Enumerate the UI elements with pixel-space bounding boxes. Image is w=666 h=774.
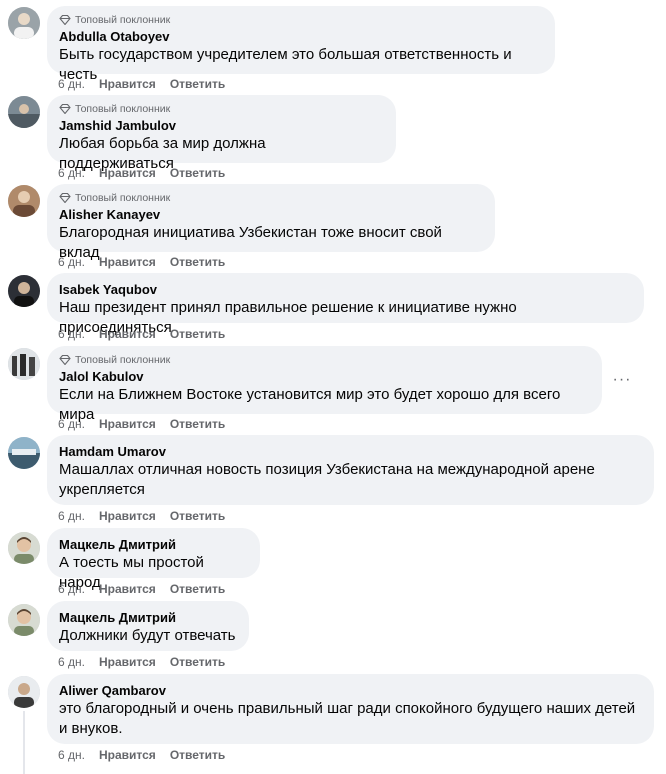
like-button[interactable]: Нравится xyxy=(99,581,156,597)
like-button[interactable]: Нравится xyxy=(99,165,156,181)
comment-author[interactable]: Isabek Yaqubov xyxy=(59,281,632,298)
comment-bubble: Топовый поклонник Abdulla Otaboyev Быть … xyxy=(47,6,555,83)
like-button[interactable]: Нравится xyxy=(99,747,156,763)
comment-bubble: Топовый поклонник Alisher Kanayev Благор… xyxy=(47,184,495,261)
badge-label: Топовый поклонник xyxy=(75,354,171,366)
avatar[interactable] xyxy=(8,275,40,307)
more-options-icon[interactable]: ··· xyxy=(612,370,632,390)
comment-actions: 6 дн. Нравится Ответить xyxy=(58,326,225,342)
like-button[interactable]: Нравится xyxy=(99,254,156,270)
diamond-icon xyxy=(59,193,71,203)
comment-time[interactable]: 6 дн. xyxy=(58,416,85,432)
avatar[interactable] xyxy=(8,676,40,708)
comment-text-line: и внуков. xyxy=(59,720,123,737)
reply-thread-line xyxy=(23,711,25,774)
diamond-icon xyxy=(59,15,71,25)
reply-button[interactable]: Ответить xyxy=(170,76,225,92)
reply-button[interactable]: Ответить xyxy=(170,254,225,270)
comment-author[interactable]: Jamshid Jambulov xyxy=(59,117,384,134)
avatar[interactable] xyxy=(8,604,40,636)
comment-time[interactable]: 6 дн. xyxy=(58,747,85,763)
top-fan-badge: Топовый поклонник xyxy=(59,353,590,367)
top-fan-badge: Топовый поклонник xyxy=(59,102,384,116)
reply-button[interactable]: Ответить xyxy=(170,654,225,670)
like-button[interactable]: Нравится xyxy=(99,654,156,670)
like-button[interactable]: Нравится xyxy=(99,416,156,432)
comment-actions: 6 дн. Нравится Ответить xyxy=(58,76,225,92)
comment-bubble: Топовый поклонник Jalol Kabulov Если на … xyxy=(47,346,602,423)
comment-author[interactable]: Aliwer Qambarov xyxy=(59,682,642,699)
comment-bubble: Мацкель Дмитрий Должники будут отвечать xyxy=(47,601,249,651)
reply-button[interactable]: Ответить xyxy=(170,747,225,763)
comment-actions: 6 дн. Нравится Ответить xyxy=(58,508,225,524)
avatar[interactable] xyxy=(8,7,40,39)
comment-author[interactable]: Jalol Kabulov xyxy=(59,368,590,385)
comment-actions: 6 дн. Нравится Ответить xyxy=(58,747,225,763)
diamond-icon xyxy=(59,355,71,365)
comment-actions: 6 дн. Нравится Ответить xyxy=(58,654,225,670)
comment-time[interactable]: 6 дн. xyxy=(58,254,85,270)
comment-actions: 6 дн. Нравится Ответить xyxy=(58,165,225,181)
badge-label: Топовый поклонник xyxy=(75,103,171,115)
comment-text-line: Машаллах отличная новость позиция Узбеки… xyxy=(59,461,595,478)
comment-time[interactable]: 6 дн. xyxy=(58,326,85,342)
reply-button[interactable]: Ответить xyxy=(170,581,225,597)
comment-text-line: укрепляется xyxy=(59,481,145,498)
avatar[interactable] xyxy=(8,96,40,128)
badge-label: Топовый поклонник xyxy=(75,192,171,204)
comment-bubble: Isabek Yaqubov Наш президент принял прав… xyxy=(47,273,644,336)
comment-actions: 6 дн. Нравится Ответить xyxy=(58,416,225,432)
avatar[interactable] xyxy=(8,532,40,564)
like-button[interactable]: Нравится xyxy=(99,508,156,524)
reply-button[interactable]: Ответить xyxy=(170,416,225,432)
comment-author[interactable]: Abdulla Otaboyev xyxy=(59,28,543,45)
comment-time[interactable]: 6 дн. xyxy=(58,508,85,524)
comment-time[interactable]: 6 дн. xyxy=(58,581,85,597)
comment-author[interactable]: Hamdam Umarov xyxy=(59,443,642,460)
comment-actions: 6 дн. Нравится Ответить xyxy=(58,254,225,270)
comment-author[interactable]: Мацкель Дмитрий xyxy=(59,609,237,626)
top-fan-badge: Топовый поклонник xyxy=(59,191,483,205)
top-fan-badge: Топовый поклонник xyxy=(59,13,543,27)
badge-label: Топовый поклонник xyxy=(75,14,171,26)
avatar[interactable] xyxy=(8,185,40,217)
reply-button[interactable]: Ответить xyxy=(170,508,225,524)
comment-text-line: это благородный и очень правильный шаг р… xyxy=(59,700,636,717)
comment-time[interactable]: 6 дн. xyxy=(58,76,85,92)
comment-bubble: Aliwer Qambarov это благородный и очень … xyxy=(47,674,654,744)
avatar[interactable] xyxy=(8,348,40,380)
comment-author[interactable]: Мацкель Дмитрий xyxy=(59,536,248,553)
comment-text: Должники будут отвечать xyxy=(59,627,236,644)
comment-author[interactable]: Alisher Kanayev xyxy=(59,206,483,223)
like-button[interactable]: Нравится xyxy=(99,76,156,92)
comment-time[interactable]: 6 дн. xyxy=(58,654,85,670)
comment-bubble: Hamdam Umarov Машаллах отличная новость … xyxy=(47,435,654,505)
comment-bubble: Мацкель Дмитрий А тоесть мы простой наро… xyxy=(47,528,260,591)
comment-actions: 6 дн. Нравится Ответить xyxy=(58,581,225,597)
reply-button[interactable]: Ответить xyxy=(170,326,225,342)
reply-button[interactable]: Ответить xyxy=(170,165,225,181)
like-button[interactable]: Нравится xyxy=(99,326,156,342)
avatar[interactable] xyxy=(8,437,40,469)
diamond-icon xyxy=(59,104,71,114)
comment-bubble: Топовый поклонник Jamshid Jambulov Любая… xyxy=(47,95,396,172)
comment-time[interactable]: 6 дн. xyxy=(58,165,85,181)
